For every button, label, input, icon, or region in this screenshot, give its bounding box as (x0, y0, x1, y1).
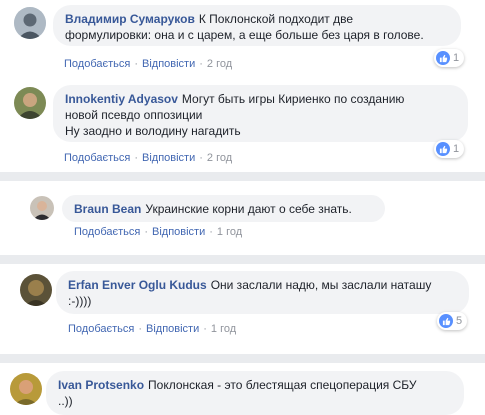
comment-author[interactable]: Erfan Enver Oglu Kudus (68, 278, 207, 292)
like-icon (436, 51, 450, 65)
reaction-count[interactable]: 5 (437, 312, 468, 330)
comment-time[interactable]: 2 год (207, 58, 232, 70)
user-avatar-icon (30, 196, 54, 220)
comment-time[interactable]: 2 год (207, 152, 232, 164)
comment-bubble: Innokentiy Adyasov Могут быть игры Кириен… (53, 85, 468, 142)
avatar[interactable] (20, 274, 52, 306)
comment-author[interactable]: Braun Bean (74, 202, 141, 216)
avatar[interactable] (30, 196, 54, 220)
comment-author[interactable]: Innokentiy Adyasov (65, 92, 178, 106)
avatar[interactable] (14, 87, 46, 119)
comment-actions: Подобається · Відповісти · 2 год (64, 152, 233, 164)
comment-actions: Подобається · Відповісти · 2 год (64, 58, 233, 70)
comment-actions: Подобається · Відповісти · 1 год (74, 226, 243, 238)
like-icon (439, 314, 453, 328)
comment-bubble: Владимир Сумаруков К Поклонской подходит … (53, 5, 461, 46)
reaction-number: 1 (453, 52, 460, 64)
like-link[interactable]: Подобається (64, 58, 130, 70)
comment-bubble: Ivan Protsenko Поклонская - это блестящая… (46, 371, 464, 415)
avatar[interactable] (14, 7, 46, 39)
comment-bubble: Erfan Enver Oglu Kudus Они заслали надю, … (56, 271, 469, 314)
user-avatar-icon (10, 373, 42, 405)
like-icon (436, 142, 450, 156)
comment-time[interactable]: 1 год (211, 323, 236, 335)
comment-text: Ну заодно и володину нагадить (65, 124, 241, 138)
comment-bubble: Braun Bean Украинские корни дают о себе з… (62, 195, 385, 222)
comment-text: :-)))) (68, 294, 92, 308)
reaction-number: 5 (456, 315, 463, 327)
like-link[interactable]: Подобається (68, 323, 134, 335)
section-divider (0, 354, 485, 363)
user-avatar-icon (14, 7, 46, 39)
reaction-count[interactable]: 1 (434, 49, 465, 67)
reaction-count[interactable]: 1 (434, 140, 465, 158)
comment-actions: Подобається · Відповісти · 1 год (68, 323, 237, 335)
comment-text: Украинские корни дают о себе знать. (145, 202, 352, 216)
comment-time[interactable]: 1 год (217, 226, 242, 238)
comment-text: ..)) (58, 394, 73, 408)
section-divider (0, 255, 485, 264)
comment-author[interactable]: Владимир Сумаруков (65, 12, 195, 26)
comment-text: Могут быть игры Кириенко по созданию (181, 92, 405, 106)
like-link[interactable]: Подобається (64, 152, 130, 164)
comment-text: Поклонская - это блестящая спецоперация … (148, 378, 417, 392)
section-divider (0, 172, 485, 181)
user-avatar-icon (14, 87, 46, 119)
comment-text: Они заслали надю, мы заслали наташу (210, 278, 432, 292)
reply-link[interactable]: Відповісти (142, 58, 195, 70)
reply-link[interactable]: Відповісти (152, 226, 205, 238)
reply-link[interactable]: Відповісти (142, 152, 195, 164)
comment-text: К Поклонской подходит две (198, 12, 354, 26)
user-avatar-icon (20, 274, 52, 306)
reply-link[interactable]: Відповісти (146, 323, 199, 335)
reaction-number: 1 (453, 143, 460, 155)
comment-text: новой псевдо оппозиции (65, 108, 203, 122)
comment-text: формулировки: она и с царем, а еще больш… (65, 28, 424, 42)
avatar[interactable] (10, 373, 42, 405)
comment-author[interactable]: Ivan Protsenko (58, 378, 144, 392)
like-link[interactable]: Подобається (74, 226, 140, 238)
